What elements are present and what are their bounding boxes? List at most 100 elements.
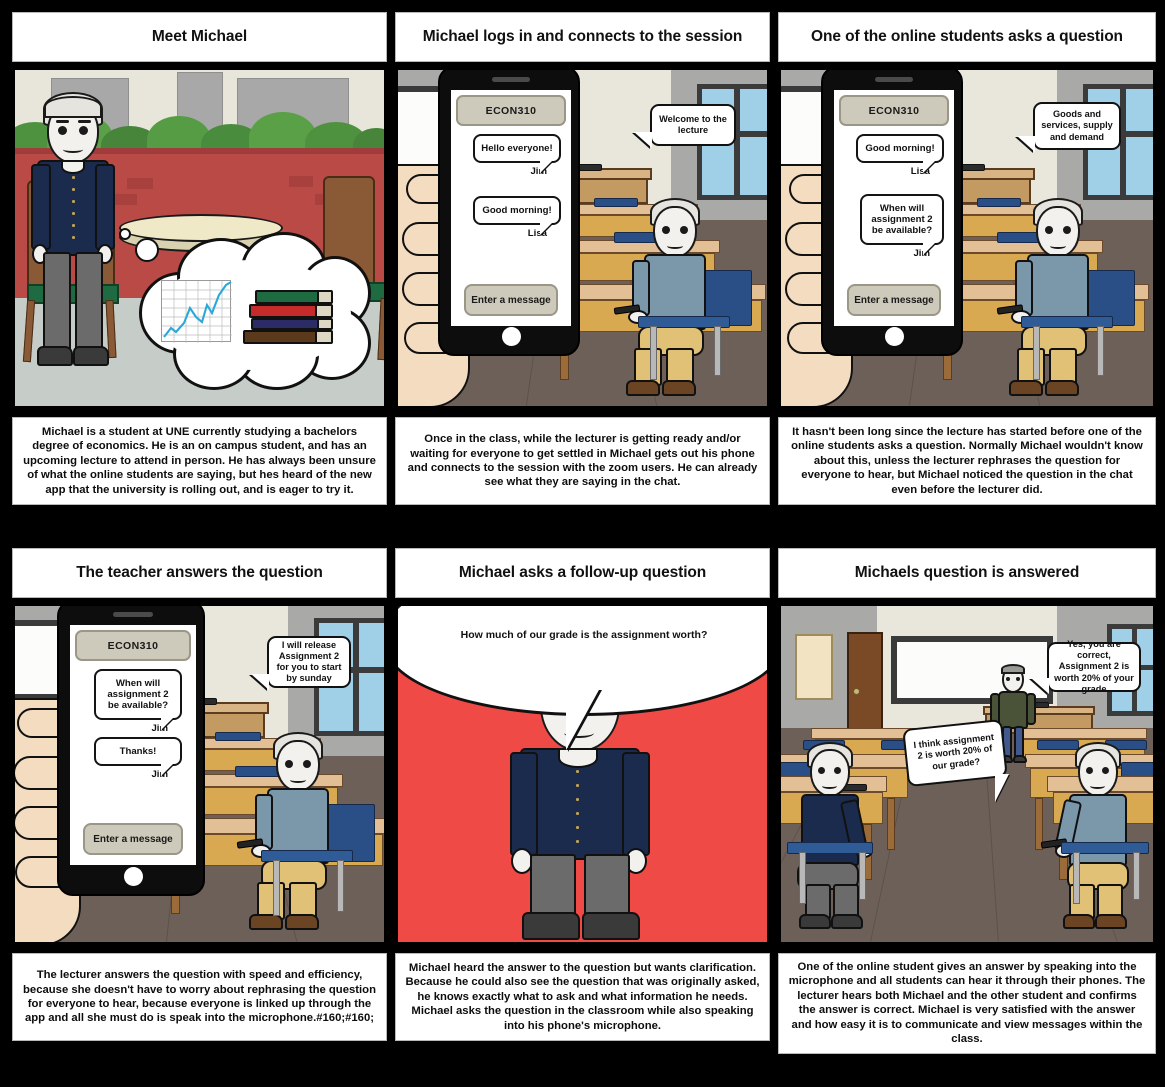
panel-6-scene: Yes, you are correct, Assignment 2 is wo…: [778, 603, 1156, 945]
panel-6-title: Michaels question is answered: [854, 564, 1080, 581]
cafe-scene: [15, 70, 384, 406]
panel-3-scene: Goods and services, supply and demand EC…: [778, 67, 1156, 409]
student-chair-leg: [273, 860, 280, 916]
phone[interactable]: ECON310 Good morning! Lisa When will ass: [821, 70, 963, 356]
student-chair-leg: [1097, 326, 1104, 376]
thought-bubble: [133, 232, 373, 392]
panel-2-caption: Once in the class, while the lecturer is…: [407, 433, 758, 489]
panel-1-title: Meet Michael: [151, 28, 248, 45]
cup-small: [119, 228, 131, 240]
app-header: ECON310: [456, 95, 566, 126]
michael-speech-text: How much of our grade is the assignment …: [460, 629, 708, 641]
panel-1-caption-box: Michael is a student at UNE currently st…: [12, 417, 387, 505]
phone[interactable]: ECON310 Hello everyone! Jim Good morning: [438, 70, 580, 356]
app-header: ECON310: [839, 95, 949, 126]
classroom-scene: I will release Assignment 2 for you to s…: [15, 606, 384, 942]
lecturer-speech-text: Welcome to the lecture: [659, 113, 727, 135]
phone-speaker: [492, 77, 530, 82]
classroom-wide-scene: Yes, you are correct, Assignment 2 is wo…: [781, 606, 1153, 942]
speech-bubble-tail: [1017, 136, 1035, 152]
student-chair-leg: [1033, 326, 1040, 380]
panel-1-title-box: Meet Michael: [12, 12, 387, 62]
panel-4-caption: The lecturer answers the question with s…: [23, 969, 376, 1025]
phone-screen: ECON310 Good morning! Lisa When will ass: [834, 90, 954, 326]
phone-screen: ECON310 Hello everyone! Jim Good morning: [451, 90, 571, 326]
michael-standing: [31, 92, 115, 382]
classroom-door: [847, 632, 883, 732]
chair-leg-left: [799, 852, 806, 904]
panel-5-title: Michael asks a follow-up question: [458, 564, 707, 581]
thought-contents: [161, 274, 345, 360]
panel-2-scene: Welcome to the lecture ECON310 Hello eve…: [395, 67, 770, 409]
phone[interactable]: ECON310 When will assignment 2 be availa…: [57, 606, 205, 896]
message-text: When will assignment 2 be available?: [107, 678, 169, 712]
student-speech-bubble: I think assignment 2 is worth 20% of our…: [902, 718, 1008, 788]
speech-bubble-tail: [1031, 678, 1049, 694]
message-bubble: Good morning!: [473, 196, 561, 236]
panel-1-caption: Michael is a student at UNE currently st…: [23, 425, 376, 496]
message-input[interactable]: Enter a message: [847, 284, 941, 316]
chat-message-1: Good morning! Lisa: [856, 134, 944, 177]
michael-seated: [613, 198, 728, 398]
lecturer-speech-bubble: I will release Assignment 2 for you to s…: [267, 636, 351, 688]
message-bubble: Hello everyone!: [473, 134, 561, 174]
panel-5-scene: How much of our grade is the assignment …: [395, 603, 770, 945]
speech-bubble-tail: [251, 674, 269, 690]
app-title: ECON310: [868, 104, 920, 117]
lecturer-speech-bubble: Welcome to the lecture: [650, 104, 736, 146]
panel-3-caption-box: It hasn't been long since the lecture ha…: [778, 417, 1156, 505]
storyboard: Meet Michael Michael is a student at UNE…: [0, 0, 1165, 1087]
speech-bubble-tail: [634, 132, 652, 148]
message-text: Thanks!: [119, 746, 157, 757]
chat-message-2: When will assignment 2 be available? Jim: [860, 194, 944, 259]
message-input-placeholder: Enter a message: [471, 294, 551, 306]
message-input-placeholder: Enter a message: [93, 833, 173, 845]
chair-leg-right: [1073, 852, 1080, 904]
student-seated-right: [1040, 742, 1153, 932]
wall-poster: [795, 634, 833, 700]
phone-home-button[interactable]: [502, 327, 521, 346]
phone-speaker: [113, 612, 153, 617]
message-input[interactable]: Enter a message: [83, 823, 183, 855]
message-input-placeholder: Enter a message: [854, 294, 934, 306]
panel-6-caption: One of the online student gives an answe…: [788, 961, 1146, 1046]
lecturer-speech-text: Yes, you are correct, Assignment 2 is wo…: [1054, 639, 1134, 694]
chat-message-2: Thanks! Jim: [94, 737, 182, 780]
chair-leg-right-2: [1133, 852, 1140, 900]
chat-message-1: When will assignment 2 be available? Jim: [94, 669, 182, 734]
chair-leg-left-2: [859, 852, 866, 900]
lecturer-speech-bubble: Goods and services, supply and demand: [1033, 102, 1121, 150]
speech-bubble-tail: [566, 688, 616, 750]
panel-2: Michael logs in and connects to the sess…: [395, 12, 770, 505]
message-text: When will assignment 2 be available?: [871, 203, 933, 237]
panel-1: Meet Michael Michael is a student at UNE…: [12, 12, 387, 505]
panel-3-caption: It hasn't been long since the lecture ha…: [791, 425, 1143, 496]
phone-home-button[interactable]: [124, 867, 143, 886]
michael-seated: [996, 198, 1111, 398]
message-text: Good morning!: [865, 143, 935, 154]
student-chair-leg: [337, 860, 344, 912]
chat-message-2: Good morning! Lisa: [473, 196, 561, 239]
speech-bubble-tail: [995, 774, 1013, 802]
panel-6-caption-box: One of the online student gives an answe…: [778, 953, 1156, 1054]
app-header: ECON310: [75, 630, 191, 661]
panel-4-caption-box: The lecturer answers the question with s…: [12, 953, 387, 1041]
stacked-books-icon: [237, 290, 337, 352]
panel-2-title: Michael logs in and connects to the sess…: [422, 28, 743, 45]
red-closeup-scene: How much of our grade is the assignment …: [398, 606, 767, 942]
phone-home-button[interactable]: [885, 327, 904, 346]
panel-6-title-box: Michaels question is answered: [778, 548, 1156, 598]
chat-message-1: Hello everyone! Jim: [473, 134, 561, 177]
message-bubble: Thanks!: [94, 737, 182, 777]
panel-4-title: The teacher answers the question: [76, 564, 323, 581]
michael-seated: [236, 732, 351, 932]
message-input[interactable]: Enter a message: [464, 284, 558, 316]
student-chair-leg: [650, 326, 657, 380]
phone-screen: ECON310 When will assignment 2 be availa…: [70, 625, 196, 865]
panel-5-caption-box: Michael heard the answer to the question…: [395, 953, 770, 1041]
panel-3-title-box: One of the online students asks a questi…: [778, 12, 1156, 62]
lecturer-speech-text: Goods and services, supply and demand: [1041, 109, 1113, 142]
panel-5-caption: Michael heard the answer to the question…: [405, 961, 760, 1032]
panel-1-scene: [12, 67, 387, 409]
classroom-scene: Welcome to the lecture ECON310 Hello eve…: [398, 70, 767, 406]
